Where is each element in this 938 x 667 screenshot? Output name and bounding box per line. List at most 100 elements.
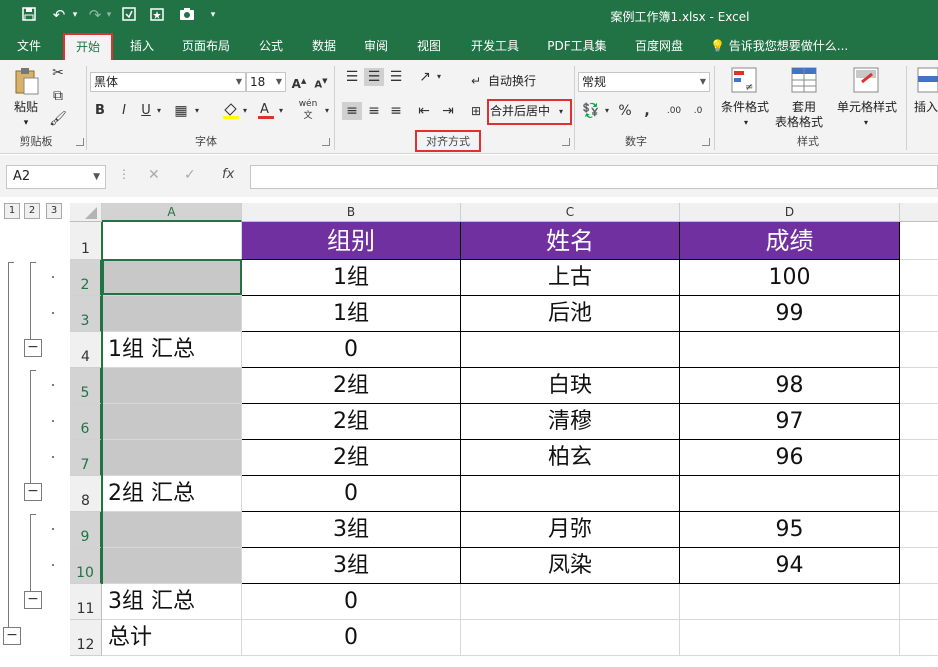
row-header[interactable]: 6 — [70, 404, 102, 440]
cell-c-2[interactable]: 上古 — [461, 260, 680, 296]
insert-function-icon[interactable]: fx — [222, 167, 234, 182]
cell-a-11[interactable]: 3组 汇总 — [102, 584, 242, 620]
outline-level-2-button[interactable]: 2 — [24, 203, 40, 219]
align-bottom-icon[interactable]: ☰ — [386, 68, 406, 86]
cut-icon[interactable]: ✂ — [48, 64, 68, 82]
cell-c-4[interactable] — [461, 332, 680, 368]
row-header[interactable]: 8 — [70, 476, 102, 512]
copy-icon[interactable]: ⧉ — [48, 87, 68, 105]
row-header[interactable]: 2 — [70, 260, 102, 296]
column-header-d[interactable]: D — [680, 203, 900, 222]
font-size-combo[interactable]: 18 ▼ — [246, 72, 286, 92]
cell-b-8[interactable]: 0 — [242, 476, 461, 512]
cell-a-7[interactable] — [102, 440, 242, 476]
comma-style-icon[interactable]: , — [638, 102, 656, 120]
phonetic-dropdown-icon[interactable]: ▾ — [322, 102, 332, 120]
collapse-group2-button[interactable]: − — [24, 483, 42, 501]
currency-icon[interactable]: 💱 — [580, 102, 602, 120]
cell-c-10[interactable]: 凤染 — [461, 548, 680, 584]
formula-input[interactable] — [250, 165, 938, 189]
undo-dropdown-icon[interactable]: ▾ — [66, 6, 84, 24]
align-top-icon[interactable]: ☰ — [342, 68, 362, 86]
row-header[interactable]: 12 — [70, 620, 102, 656]
underline-icon[interactable]: U — [138, 102, 154, 120]
tab-view[interactable]: 视图 — [410, 32, 448, 60]
cell-a-12[interactable]: 总计 — [102, 620, 242, 656]
outline-level-1-button[interactable]: 1 — [4, 203, 20, 219]
cell-b-4[interactable]: 0 — [242, 332, 461, 368]
cell-c-8[interactable] — [461, 476, 680, 512]
clipboard-launcher-icon[interactable] — [76, 138, 84, 146]
cell-d-4[interactable] — [680, 332, 900, 368]
paste-dropdown-icon[interactable]: ▾ — [20, 114, 32, 132]
row-header[interactable]: 10 — [70, 548, 102, 584]
camera-icon[interactable] — [178, 6, 196, 24]
cell-a-3[interactable] — [102, 296, 242, 332]
paste-icon[interactable] — [12, 66, 40, 96]
enter-icon[interactable]: ✓ — [184, 167, 196, 183]
tab-developer[interactable]: 开发工具 — [464, 32, 526, 60]
cell-d-12[interactable] — [680, 620, 900, 656]
save-icon[interactable] — [20, 6, 38, 24]
tab-home[interactable]: 开始 — [63, 33, 113, 60]
alignment-launcher-icon[interactable] — [562, 138, 570, 146]
column-header-c[interactable]: C — [461, 203, 680, 222]
cell-b-9[interactable]: 3组 — [242, 512, 461, 548]
cell-styles-icon[interactable] — [852, 66, 880, 94]
cell-b-6[interactable]: 2组 — [242, 404, 461, 440]
cell-d-8[interactable] — [680, 476, 900, 512]
format-as-table-icon[interactable] — [790, 66, 818, 94]
cell-c-11[interactable] — [461, 584, 680, 620]
cell-e-4[interactable] — [900, 332, 938, 368]
cell-e-10[interactable] — [900, 548, 938, 584]
font-name-combo[interactable]: 黑体 ▼ — [90, 72, 246, 92]
cell-c-7[interactable]: 柏玄 — [461, 440, 680, 476]
align-middle-icon[interactable]: ☰ — [364, 68, 384, 86]
insert-cells-icon[interactable] — [916, 66, 938, 94]
cell-a-9[interactable] — [102, 512, 242, 548]
cell-e-5[interactable] — [900, 368, 938, 404]
cell-d-1[interactable]: 成绩 — [680, 222, 900, 260]
row-header[interactable]: 1 — [70, 222, 102, 260]
cell-a-5[interactable] — [102, 368, 242, 404]
cell-b-11[interactable]: 0 — [242, 584, 461, 620]
borders-dropdown-icon[interactable]: ▾ — [192, 102, 202, 120]
row-header[interactable]: 11 — [70, 584, 102, 620]
align-center-icon[interactable]: ≡ — [364, 102, 384, 120]
cell-c-5[interactable]: 白玦 — [461, 368, 680, 404]
row-header[interactable]: 9 — [70, 512, 102, 548]
column-header-b[interactable]: B — [242, 203, 461, 222]
insert-cells-button[interactable]: 插入 — [914, 98, 938, 116]
format-as-table-button-line2[interactable]: 表格格式 — [770, 113, 828, 131]
align-right-icon[interactable]: ≡ — [386, 102, 406, 120]
cell-b-12[interactable]: 0 — [242, 620, 461, 656]
cell-c-9[interactable]: 月弥 — [461, 512, 680, 548]
column-header-e[interactable] — [900, 203, 938, 222]
collapse-group1-button[interactable]: − — [24, 339, 42, 357]
tab-pdf-tools[interactable]: PDF工具集 — [541, 32, 613, 60]
percent-icon[interactable]: % — [616, 102, 634, 120]
cell-b-1[interactable]: 组别 — [242, 222, 461, 260]
cell-e-6[interactable] — [900, 404, 938, 440]
align-left-icon[interactable]: ≡ — [342, 102, 362, 120]
cell-d-3[interactable]: 99 — [680, 296, 900, 332]
increase-font-icon[interactable]: A▲ — [290, 72, 308, 93]
row-header[interactable]: 3 — [70, 296, 102, 332]
tab-baidu-netdisk[interactable]: 百度网盘 — [628, 32, 690, 60]
collapse-all-button[interactable]: − — [3, 627, 21, 645]
decrease-font-icon[interactable]: A▼ — [312, 72, 330, 94]
tab-data[interactable]: 数据 — [305, 32, 343, 60]
tell-me-box[interactable]: 💡 告诉我您想要做什么... — [710, 32, 848, 60]
cell-a-4[interactable]: 1组 汇总 — [102, 332, 242, 368]
number-launcher-icon[interactable] — [702, 138, 710, 146]
cell-e-7[interactable] — [900, 440, 938, 476]
cell-b-7[interactable]: 2组 — [242, 440, 461, 476]
tab-insert[interactable]: 插入 — [122, 32, 162, 60]
tab-page-layout[interactable]: 页面布局 — [178, 32, 234, 60]
conditional-formatting-icon[interactable]: ≠ — [730, 66, 758, 94]
currency-dropdown-icon[interactable]: ▾ — [602, 102, 612, 120]
decrease-indent-icon[interactable]: ⇤ — [414, 102, 434, 120]
row-header[interactable]: 5 — [70, 368, 102, 404]
format-painter-icon[interactable]: 🖌 — [48, 110, 68, 128]
cell-e-1[interactable] — [900, 222, 938, 260]
